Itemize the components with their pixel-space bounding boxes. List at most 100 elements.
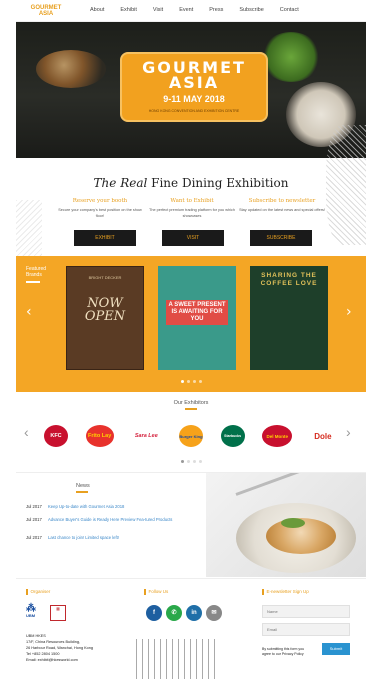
fork-image [235,473,350,496]
nav-link-visit[interactable]: Visit [153,7,163,17]
follow-heading-text: Follow Us [148,589,169,595]
news-date: Jul 2017 [26,504,42,509]
intro-title-italic: The Real [93,176,148,190]
carousel-dot[interactable] [192,380,196,383]
poster-brand: BRIGHT DECKER [88,275,122,280]
poster-text: A SWEET PRESENT IS AWAITING FOR YOU [166,300,228,325]
sketch-decoration-left [16,200,42,260]
cutlery-illustration [136,639,216,679]
hero-greens-image [261,32,321,82]
nav-link-event[interactable]: Event [179,7,193,17]
badge-date: 9-11 MAY 2018 [163,94,225,104]
top-navigation: GOURMET ASIA About Exhibit Visit Event P… [16,0,366,22]
news-link[interactable]: Advance Buyer's Guide is Ready Here Prev… [48,517,172,523]
kfc-logo[interactable]: KFC [44,425,68,447]
poster-coffee-love[interactable]: SHARING THE COFFEE LOVE [250,266,328,370]
poster-text: SHARING THE COFFEE LOVE [260,272,318,287]
exhibitors-underline [185,408,197,410]
social-links: f ✆ in ✉ [146,605,222,621]
exhibitors-dot[interactable] [192,460,196,463]
carousel-dot[interactable] [180,380,184,383]
news-link[interactable]: Keep Up-to-date with Gourmet Asia 2018 [48,504,124,510]
exhibit-button[interactable]: EXHIBIT [74,230,136,246]
ubm-label: UBM [26,613,36,618]
poster-sweet-present[interactable]: A SWEET PRESENT IS AWAITING FOR YOU [158,266,236,370]
ubm-logo[interactable]: ⁂ UBM [26,604,40,620]
intro-column-visit: Want to Exhibit The perfect premium trad… [148,198,236,219]
exhibitors-dot[interactable] [186,460,190,463]
news-item: Jul 2017 Advance Buyer's Guide is Ready … [26,517,176,523]
follow-heading: Follow Us [144,589,168,595]
subscribe-button[interactable]: SUBSCRIBE [250,230,312,246]
linkedin-icon[interactable]: in [186,605,202,621]
exhibitors-dot[interactable] [180,460,184,463]
carousel-dot[interactable] [198,380,202,383]
nav-links: About Exhibit Visit Event Press Subscrib… [90,7,299,17]
news-date: Jul 2017 [26,535,42,540]
intro-section: The Real Fine Dining Exhibition Reserve … [16,158,366,254]
news-title: News [76,483,90,493]
featured-brands-carousel: Featured Brands ‹ › BRIGHT DECKER NOW OP… [16,256,366,392]
organiser-heading: Organiser [26,589,50,595]
intro-title: The Real Fine Dining Exhibition [16,176,366,190]
column-heading: Subscribe to newsletter [248,198,316,204]
email-icon[interactable]: ✉ [206,605,222,621]
hero-banner: GOURMET ASIA 9-11 MAY 2018 HONG KONG CON… [16,22,366,158]
sara-lee-logo[interactable]: Sara Lee [131,425,162,447]
carousel-prev-arrow-icon[interactable]: ‹ [26,304,32,320]
footer: Organiser Follow Us E-newsletter Sign Up… [16,578,366,679]
visit-button[interactable]: VISIT [162,230,224,246]
exhibitors-title-text: Our Exhibitors [173,400,209,406]
nav-link-exhibit[interactable]: Exhibit [120,7,137,17]
nav-link-about[interactable]: About [90,7,104,17]
nav-link-contact[interactable]: Contact [280,7,299,17]
featured-label: Featured Brands [26,266,46,283]
privacy-agreement-text: By submitting this form you agree to our… [262,647,305,656]
name-field[interactable] [262,605,350,618]
newsletter-heading-text: E-newsletter Sign Up [266,589,309,595]
page: GOURMET ASIA About Exhibit Visit Event P… [16,0,366,679]
email-field[interactable] [262,623,350,636]
frito-lay-logo[interactable]: Frito Lay [85,425,114,447]
exhibitor-logos: KFC Frito Lay Sara Lee Burger King Starb… [44,420,336,452]
gourmet-asia-logo[interactable]: GOURMET ASIA [26,5,66,19]
nav-link-press[interactable]: Press [209,7,223,17]
column-desc: Secure your company's best position on t… [58,208,142,218]
wechat-icon[interactable]: ✆ [166,605,182,621]
dole-logo[interactable]: Dole [309,425,336,447]
featured-underline [26,281,40,283]
news-food-image [206,473,366,577]
carousel-dots [16,380,366,383]
poster-now-open[interactable]: BRIGHT DECKER NOW OPEN [66,266,144,370]
news-title-text: News [76,483,90,489]
exhibitors-dot[interactable] [198,460,202,463]
news-date: Jul 2017 [26,517,42,522]
column-heading: Want to Exhibit [170,198,214,204]
organiser-address: UBM HKES 17/F, China Resources Building,… [26,633,146,663]
organiser-heading-text: Organiser [30,589,51,595]
carousel-dot[interactable] [186,380,190,383]
intro-column-exhibit: Reserve your booth Secure your company's… [56,198,144,219]
starbucks-logo[interactable]: Starbucks [220,425,245,447]
newsletter-heading: E-newsletter Sign Up [262,589,309,595]
intro-column-subscribe: Subscribe to newsletter Stay updated on … [238,198,326,213]
column-desc: Stay updated on the latest news and spec… [239,208,325,212]
facebook-icon[interactable]: f [146,605,162,621]
column-heading: Reserve your booth [72,198,128,204]
poster-text: NOW OPEN [84,296,126,324]
nav-link-subscribe[interactable]: Subscribe [239,7,263,17]
event-badge: GOURMET ASIA 9-11 MAY 2018 HONG KONG CON… [120,52,268,122]
exhibitors-title: Our Exhibitors [16,400,366,410]
carousel-next-arrow-icon[interactable]: › [346,304,352,320]
del-monte-logo[interactable]: Del Monte [262,425,293,447]
exhibitors-prev-arrow-icon[interactable]: ‹ [24,424,29,440]
badge-title: GOURMET ASIA [142,58,246,92]
news-underline [76,491,88,493]
burger-king-logo[interactable]: Burger King [178,425,203,447]
exhibitors-next-arrow-icon[interactable]: › [346,424,351,440]
submit-button[interactable]: Submit [322,643,350,655]
news-section: News Jul 2017 Keep Up-to-date with Gourm… [16,472,366,577]
address-line: Email: exhibit@hkesworld.com [26,658,78,662]
partner-logo[interactable]: ▦ [50,605,66,621]
news-link[interactable]: Last chance to join! Limited space left! [48,535,119,541]
